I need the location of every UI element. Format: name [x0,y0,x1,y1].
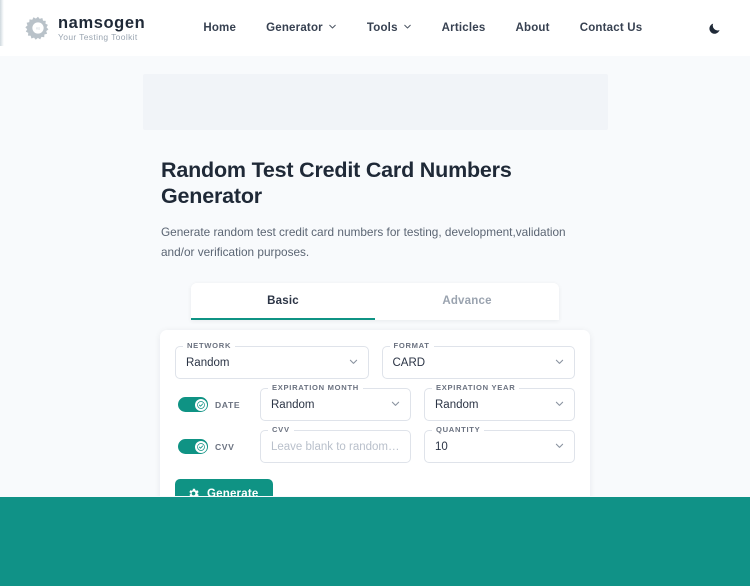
tab-basic[interactable]: Basic [191,283,375,321]
cvv-input[interactable]: CVV Leave blank to randomize [260,425,411,464]
site-header: ns namsogen Your Testing Toolkit Home Ge… [0,0,750,56]
nav-item-tools[interactable]: Tools [367,22,412,34]
expiration-month-select[interactable]: EXPIRATION MONTH Random [260,383,411,422]
format-value: CARD [392,356,426,369]
hero-content: Random Test Credit Card Numbers Generato… [160,158,590,262]
cvv-toggle[interactable]: CVV [175,439,247,455]
nav-item-label: Tools [366,22,398,34]
brand-name: namsogen [58,13,146,32]
quantity-select[interactable]: QUANTITY 10 [424,425,575,464]
site-footer [0,497,750,586]
nav-item-home[interactable]: Home [203,22,236,34]
date-toggle-label: DATE [215,399,241,410]
page-description: Generate random test credit card numbers… [161,224,566,259]
generate-button[interactable]: Generate [175,479,274,496]
date-switch[interactable] [178,397,208,413]
tab-advance[interactable]: Advance [375,283,559,321]
brand-logo[interactable]: ns namsogen Your Testing Toolkit [25,13,146,42]
nav-item-generator[interactable]: Generator [266,22,337,34]
nav-item-label: Home [203,22,237,34]
network-value: Random [186,356,230,369]
quantity-label: QUANTITY [432,425,485,435]
chevron-down-icon [328,22,337,34]
gear-icon [187,487,200,496]
chevron-down-icon [384,396,401,414]
gear-icon: ns [25,15,51,41]
network-label: NETWORK [183,341,236,351]
dark-mode-toggle-button[interactable] [702,15,728,41]
main-nav: Home Generator Tools Articles About Cont… [203,22,642,34]
generator-form-card: NETWORK Random FORMAT CARD DATE EXPIRATI… [160,330,590,496]
form-row-cvv-quantity: CVV CVV Leave blank to randomize QUANTIT… [175,425,575,464]
nav-item-label: Generator [266,22,323,34]
nav-item-about[interactable]: About [515,22,549,34]
expiration-year-select[interactable]: EXPIRATION YEAR Random [424,383,575,422]
cvv-toggle-label: CVV [215,441,235,452]
quantity-value: 10 [435,440,448,453]
brand-tagline: Your Testing Toolkit [58,32,138,42]
chevron-down-icon [342,354,359,372]
chevron-down-icon [403,22,412,34]
check-icon [194,398,207,411]
expiration-year-label: EXPIRATION YEAR [432,383,520,393]
tab-label: Advance [442,295,492,308]
format-label: FORMAT [389,341,434,351]
chevron-down-icon [548,396,565,414]
chevron-down-icon [548,438,565,456]
chevron-down-icon [548,354,565,372]
expiration-year-value: Random [435,398,479,411]
generate-button-label: Generate [207,487,259,496]
page-title: Random Test Credit Card Numbers Generato… [161,158,512,208]
ad-placeholder-banner [142,74,608,130]
nav-item-articles[interactable]: Articles [442,22,486,34]
tab-label: Basic [267,295,299,308]
form-row-expiration: DATE EXPIRATION MONTH Random EXPIRATION … [175,383,575,422]
format-select[interactable]: FORMAT CARD [381,341,575,380]
cvv-placeholder: Leave blank to randomize [271,440,401,453]
nav-item-label: Articles [441,22,486,34]
network-select[interactable]: NETWORK Random [175,341,369,380]
browser-left-edge [0,0,4,46]
svg-text:ns: ns [36,27,40,31]
nav-item-label: About [515,22,550,34]
cvv-switch[interactable] [178,439,208,455]
date-toggle[interactable]: DATE [175,397,247,413]
nav-item-label: Contact Us [579,22,643,34]
form-row-network-format: NETWORK Random FORMAT CARD [175,341,575,380]
expiration-month-label: EXPIRATION MONTH [268,383,363,393]
moon-icon [708,21,722,35]
nav-item-contact-us[interactable]: Contact Us [580,22,643,34]
cvv-label: CVV [268,425,294,435]
check-icon [194,440,207,453]
mode-tabs: Basic Advance [191,283,559,321]
page-main: Random Test Credit Card Numbers Generato… [0,56,750,496]
expiration-month-value: Random [271,398,315,411]
